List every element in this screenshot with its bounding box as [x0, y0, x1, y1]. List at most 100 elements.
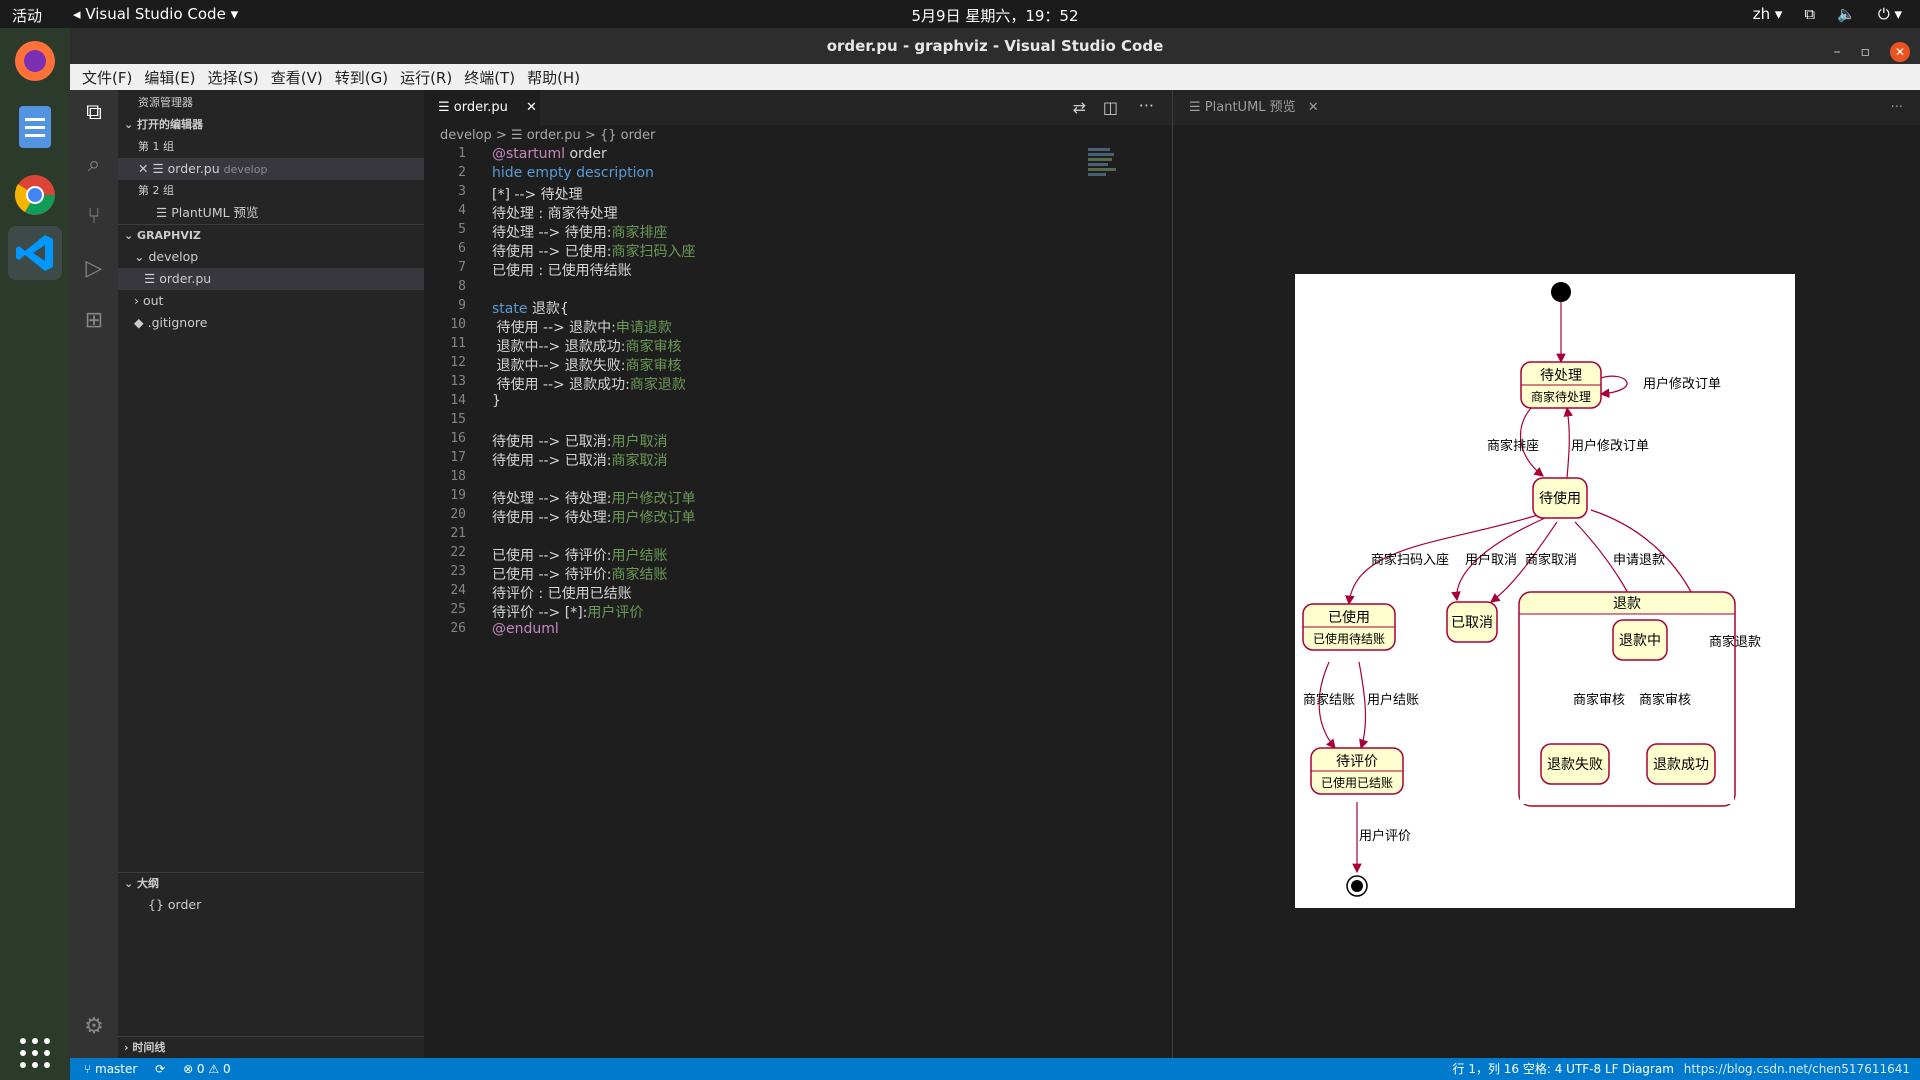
code-line[interactable]: 待处理 : 商家待处理	[492, 203, 618, 223]
code-line[interactable]: 待使用 --> 已取消:用户取消	[492, 431, 667, 451]
close-icon[interactable]: ✕	[526, 100, 537, 115]
code-line[interactable]: 待使用 --> 退款成功:商家退款	[492, 374, 685, 394]
code-line[interactable]: 待使用 --> 待处理:用户修改订单	[492, 507, 695, 527]
language-indicator[interactable]: zh ▾	[1753, 5, 1783, 23]
vscode-icon-svg	[16, 235, 53, 271]
menu-run[interactable]: 运行(R)	[394, 64, 458, 90]
menu-go[interactable]: 转到(G)	[329, 64, 394, 90]
line-number: 16	[450, 431, 466, 446]
source-control-icon[interactable]: ⑂	[80, 204, 108, 232]
branch-icon: ⑂	[84, 1062, 96, 1076]
code-line[interactable]: 已使用 : 已使用待结账	[492, 260, 632, 280]
code-line[interactable]: hide empty description	[492, 165, 654, 181]
show-apps-icon[interactable]	[8, 1026, 62, 1080]
group1-label: 第 1 组	[138, 140, 174, 153]
tree-folder-out[interactable]: › out	[118, 290, 424, 312]
line-number: 19	[450, 488, 466, 503]
menu-view[interactable]: 查看(V)	[265, 64, 329, 90]
edge-label: 商家排座	[1487, 438, 1539, 453]
code-line[interactable]: @enduml	[492, 621, 559, 637]
more-actions-icon[interactable]: ···	[1139, 96, 1154, 115]
clock[interactable]: 5月9日 星期六，19：52	[0, 5, 1920, 26]
open-editors-header[interactable]: ⌄ 打开的编辑器	[118, 114, 424, 136]
code-line[interactable]: 已使用 --> 待评价:商家结账	[492, 564, 667, 584]
code-line[interactable]: 待使用 --> 已使用:商家扫码入座	[492, 241, 695, 261]
code-line[interactable]: }	[492, 393, 501, 409]
state-label: 退款中	[1619, 632, 1661, 648]
state-label: 待处理	[1540, 367, 1582, 383]
line-number: 12	[450, 355, 466, 370]
dock	[0, 28, 70, 1080]
tree-file-gitignore[interactable]: ◆ .gitignore	[118, 312, 424, 334]
explorer-icon[interactable]: ⧉	[80, 100, 108, 128]
chrome-icon-svg	[14, 175, 55, 215]
chrome-icon[interactable]	[8, 168, 62, 222]
close-icon[interactable]: ✕	[1308, 100, 1319, 115]
minimap[interactable]	[1088, 146, 1118, 198]
chevron-down-icon: ⌄	[124, 118, 138, 131]
project-header[interactable]: ⌄ GRAPHVIZ	[118, 224, 424, 246]
diamond-icon: ◆	[134, 315, 148, 330]
code-line[interactable]: 待处理 --> 待处理:用户修改订单	[492, 488, 695, 508]
power-icon[interactable]: ⏻ ▾	[1878, 5, 1902, 23]
code-line[interactable]: 待使用 --> 已取消:商家取消	[492, 450, 667, 470]
close-window-button[interactable]: ✕	[1890, 42, 1910, 62]
chevron-right-icon: ›	[134, 293, 143, 308]
breadcrumb[interactable]: develop > ☰ order.pu > {} order	[440, 128, 655, 143]
open-editor-order[interactable]: ✕ ☰ order.pu develop	[118, 158, 424, 180]
state-diagram[interactable]: 待处理 商家待处理 待使用 已使用 已使用待结账 已取消 待评价 已使用已结账 …	[1295, 274, 1795, 908]
code-line[interactable]: state 退款{	[492, 298, 569, 318]
network-icon[interactable]: ⧉	[1804, 5, 1815, 23]
files-icon[interactable]	[8, 100, 62, 154]
code-line[interactable]: 待处理 --> 待使用:商家排座	[492, 222, 667, 242]
state-label: 待评价	[1336, 753, 1378, 769]
chevron-down-icon: ⌄	[124, 877, 138, 890]
outline-header[interactable]: ⌄ 大纲	[118, 872, 424, 894]
code-line[interactable]: 退款中--> 退款失败:商家审核	[492, 355, 681, 375]
timeline-header[interactable]: › 时间线	[118, 1036, 424, 1058]
tab-plantuml-preview[interactable]: ☰ PlantUML 预览 ✕ ···	[1173, 90, 1920, 125]
code-line[interactable]: 已使用 --> 待评价:用户结账	[492, 545, 667, 565]
menu-help[interactable]: 帮助(H)	[521, 64, 586, 90]
split-editor-icon[interactable]: ◫	[1103, 98, 1118, 117]
vscode-dock-icon[interactable]	[8, 226, 62, 280]
chevron-down-icon: ⌄	[124, 229, 138, 242]
menu-edit[interactable]: 编辑(E)	[138, 64, 201, 90]
sync-icon[interactable]: ⟳	[155, 1062, 165, 1076]
more-actions-icon[interactable]: ···	[1891, 90, 1903, 125]
open-editor-preview[interactable]: ☰ PlantUML 预览	[118, 202, 424, 224]
branch-name[interactable]: master	[95, 1062, 137, 1076]
tree-folder-develop[interactable]: ⌄ develop	[118, 246, 424, 268]
line-number: 4	[458, 203, 466, 218]
volume-icon[interactable]: 🔈	[1837, 5, 1856, 23]
code-line[interactable]: 待评价 : 已使用已结账	[492, 583, 632, 603]
edge-label: 用户修改订单	[1571, 438, 1649, 453]
edge-label: 用户评价	[1359, 828, 1411, 843]
code-line[interactable]: 退款中--> 退款成功:商家审核	[492, 336, 681, 356]
outline-item-order[interactable]: {} order	[118, 894, 424, 916]
tab-order[interactable]: ☰ order.pu ✕	[424, 90, 540, 125]
state-label: 退款成功	[1653, 756, 1709, 772]
code-line[interactable]: [*] --> 待处理	[492, 184, 583, 204]
extensions-icon[interactable]: ⊞	[80, 308, 108, 336]
edge-label: 商家退款	[1709, 634, 1761, 649]
code-line[interactable]: 待评价 --> [*]:用户评价	[492, 602, 643, 622]
state-desc: 已使用待结账	[1313, 631, 1385, 646]
menu-file[interactable]: 文件(F)	[76, 64, 138, 90]
firefox-icon[interactable]	[8, 34, 62, 88]
gear-icon[interactable]: ⚙	[80, 1014, 108, 1042]
problems-indicator[interactable]: ⊗ 0 ⚠ 0	[183, 1062, 231, 1076]
tree-file-order[interactable]: ☰ order.pu	[118, 268, 424, 290]
line-number: 18	[450, 469, 466, 484]
status-right[interactable]: 行 1，列 16 空格: 4 UTF-8 LF Diagram https://…	[1453, 1058, 1910, 1080]
run-debug-icon[interactable]: ▷	[80, 256, 108, 284]
search-icon[interactable]: ⌕	[80, 152, 108, 180]
menu-terminal[interactable]: 终端(T)	[458, 64, 521, 90]
edge-label: 商家审核	[1639, 692, 1691, 707]
code-line[interactable]: @startuml order	[492, 146, 607, 162]
edge-label: 商家结账	[1303, 692, 1355, 707]
open-changes-icon[interactable]: ⇄	[1073, 98, 1086, 117]
close-icon[interactable]: ✕	[138, 161, 152, 176]
code-line[interactable]: 待使用 --> 退款中:申请退款	[492, 317, 671, 337]
menu-selection[interactable]: 选择(S)	[202, 64, 265, 90]
